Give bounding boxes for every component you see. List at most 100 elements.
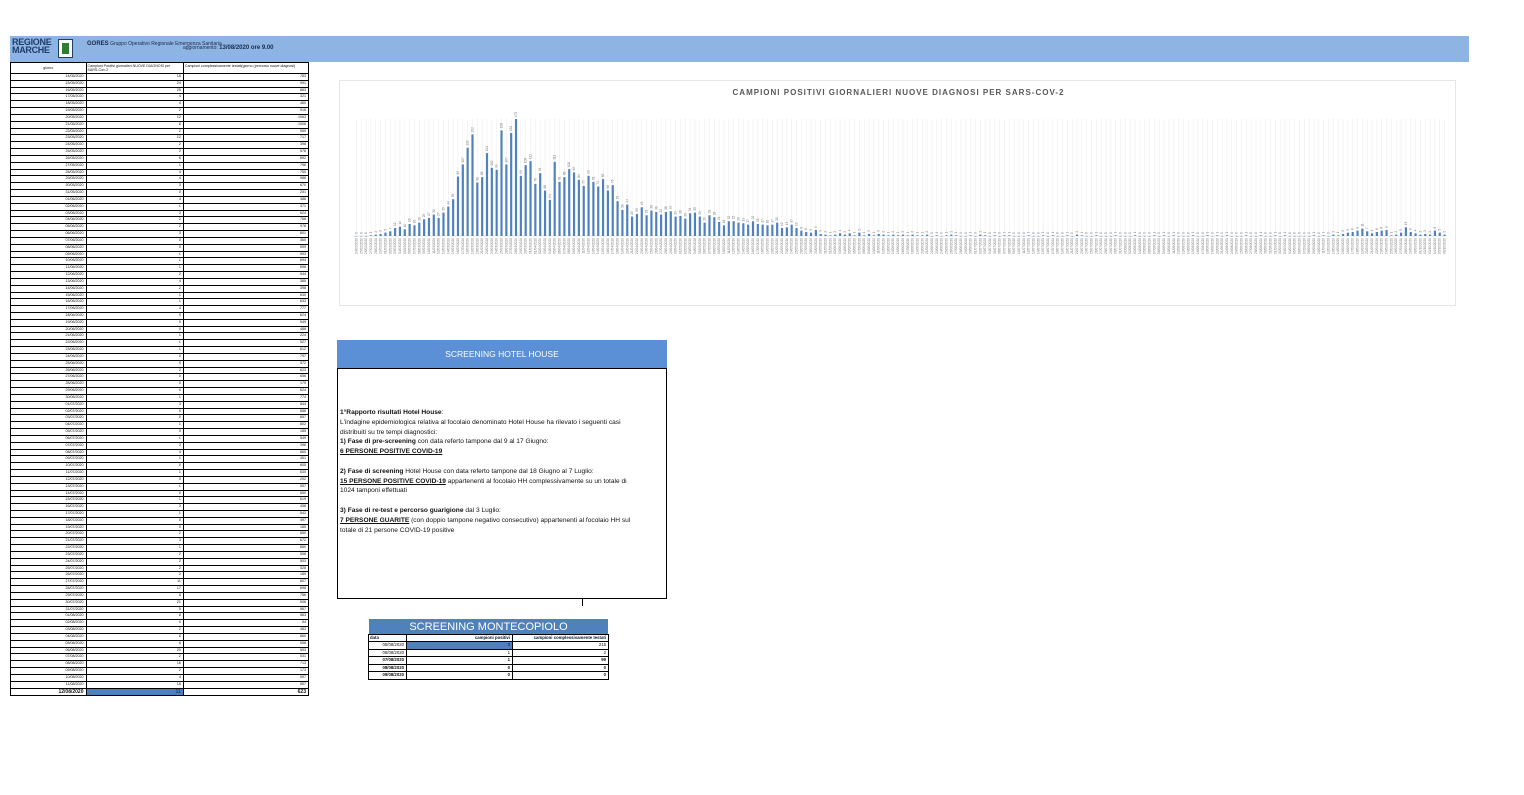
x-tick-label: 27/07/2020 — [1099, 238, 1103, 254]
x-tick-label: 12/03/2020 — [437, 238, 441, 254]
chart-bar — [587, 175, 590, 236]
chart-bar — [1061, 236, 1064, 237]
x-tick-label: 11/07/2020 — [1022, 238, 1026, 254]
update-value: 13/08/2020 ore 9.00 — [219, 45, 274, 51]
bar-value-label: 84 — [577, 174, 581, 178]
bar-value-label: 152 — [470, 127, 474, 133]
report-text: (con doppio tampone negativo consecutivo… — [409, 516, 631, 524]
row-positivi: 4 — [87, 169, 184, 176]
row-testati: 572 — [300, 360, 306, 365]
table-row: 10/07/2020 0 605 — [10, 463, 309, 471]
daily-positives-chart: CAMPIONI POSITIVI GIORNALIERI NUOVE DIAG… — [339, 80, 1456, 306]
table-row: 27/05/2020 1 796 — [10, 162, 309, 170]
chart-bar — [553, 161, 556, 236]
row-positivi: 3 — [87, 183, 184, 190]
mrow-testati: 99 — [601, 657, 606, 663]
bar-value-label: 0 — [1099, 232, 1103, 234]
row-positivi: 1 — [87, 292, 184, 299]
bar-value-label: 1 — [1133, 231, 1137, 233]
x-tick-label: 21/07/2020 — [1070, 238, 1074, 254]
bar-value-label: 27 — [427, 212, 431, 216]
report-text: dal 3 Luglio: — [463, 506, 501, 514]
table-row: 19/07/2020 0 185 — [10, 524, 309, 532]
bar-value-label: 99 — [495, 164, 499, 168]
montecopiolo-title: SCREENING MONTECOPIOLO — [369, 619, 608, 634]
row-date: 02/07/2020 — [11, 408, 87, 415]
row-testati: 398 — [300, 142, 306, 147]
bar-value-label: 106 — [524, 158, 528, 164]
table-row: 03/06/2020 3 624 — [10, 210, 309, 218]
row-testati: 506 — [300, 599, 306, 604]
bar-value-label: 37 — [669, 205, 673, 209]
x-tick-label: 05/09/2020 — [1293, 238, 1297, 254]
table-row: 05/07/2020 0 185 — [10, 429, 309, 436]
table-row: 26/07/2020 2 189 — [10, 572, 309, 580]
row-date: 21/06/2020 — [11, 333, 87, 340]
x-tick-label: 03/10/2020 — [1428, 238, 1432, 254]
bar-value-label: 9 — [814, 226, 818, 228]
bar-value-label: 35 — [441, 207, 445, 211]
bar-value-label: 2 — [824, 231, 828, 233]
bar-value-label: 0 — [998, 232, 1002, 234]
row-testati: 599 — [300, 244, 306, 249]
table-row: 20/05/2020 12 1063 — [10, 114, 309, 122]
bar-value-label: 21 — [717, 216, 721, 220]
table-row: 04/06/2020 2 768 — [10, 217, 309, 225]
row-positivi: 4 — [87, 101, 184, 108]
row-positivi: 12 — [87, 135, 184, 142]
table-row: 20/07/2020 2 650 — [10, 531, 309, 539]
row-positivi: 3 — [87, 504, 184, 510]
bar-value-label: 22 — [732, 216, 736, 220]
report-bold: 3) Fase di re-test e percorso guarigione — [340, 506, 464, 514]
row-testati: 527 — [300, 340, 306, 345]
chart-bar — [896, 235, 900, 236]
chart-bar — [766, 225, 769, 236]
bar-value-label: 36 — [654, 206, 658, 210]
bar-value-label: 0 — [1268, 232, 1272, 234]
chart-bar — [640, 207, 643, 236]
row-testati: 460 — [300, 101, 306, 106]
row-positivi: 0 — [87, 360, 184, 367]
bar-value-label: 2 — [374, 231, 378, 233]
x-tick-label: 09/07/2020 — [1012, 238, 1016, 254]
row-positivi: 2 — [87, 558, 184, 565]
chart-bar — [514, 119, 518, 236]
chart-bar — [389, 231, 392, 236]
row-date: 21/05/2020 — [11, 121, 87, 128]
row-positivi: 6 — [87, 633, 184, 640]
chart-bar — [959, 236, 963, 237]
x-tick-label: 21/03/2020 — [480, 238, 484, 254]
chart-bar — [1172, 235, 1175, 236]
chart-bar — [800, 230, 803, 236]
x-tick-label: 20/05/2020 — [770, 238, 774, 254]
row-positivi: 16 — [87, 74, 184, 80]
row-testati: 601 — [300, 231, 306, 236]
chart-bar — [1162, 235, 1166, 236]
report-line: 2) Fase di screening Hotel House con dat… — [340, 467, 663, 477]
table-row: 27/07/2020 11 607 — [10, 579, 309, 587]
x-tick-label: 18/04/2020 — [616, 238, 620, 254]
x-tick-label: 25/04/2020 — [649, 238, 653, 254]
x-tick-label: 11/03/2020 — [432, 238, 436, 254]
bar-value-label: 0 — [964, 232, 968, 234]
bar-value-label: 0 — [1070, 232, 1074, 234]
chart-bar — [630, 216, 634, 236]
x-tick-label: 09/05/2020 — [717, 238, 721, 254]
row-testati: 251 — [300, 190, 306, 195]
bar-value-label: 1 — [853, 231, 857, 233]
bar-value-label: 2 — [833, 231, 837, 233]
x-tick-label: 28/08/2020 — [1254, 238, 1258, 254]
row-positivi: 0 — [87, 353, 184, 360]
bar-value-label: 5 — [857, 229, 861, 231]
table-row: 16/05/2020 25 863 — [10, 87, 309, 95]
table-row: 17/07/2020 1 542 — [10, 511, 309, 518]
table-row: 24/06/2020 0 797 — [10, 353, 309, 361]
bar-value-label: 54 — [548, 194, 552, 198]
table-row: 03/07/2020 0 857 — [10, 415, 309, 423]
row-date: 09/08/2020 — [11, 668, 87, 674]
x-tick-label: 25/05/2020 — [795, 238, 799, 254]
bar-value-label: 13 — [1404, 222, 1408, 226]
x-tick-label: 10/04/2020 — [577, 238, 581, 254]
daily-table-header: giorno Campioni Positivi giornalieri NUO… — [10, 62, 309, 74]
table-row: 21/07/2020 3 672 — [10, 538, 309, 546]
